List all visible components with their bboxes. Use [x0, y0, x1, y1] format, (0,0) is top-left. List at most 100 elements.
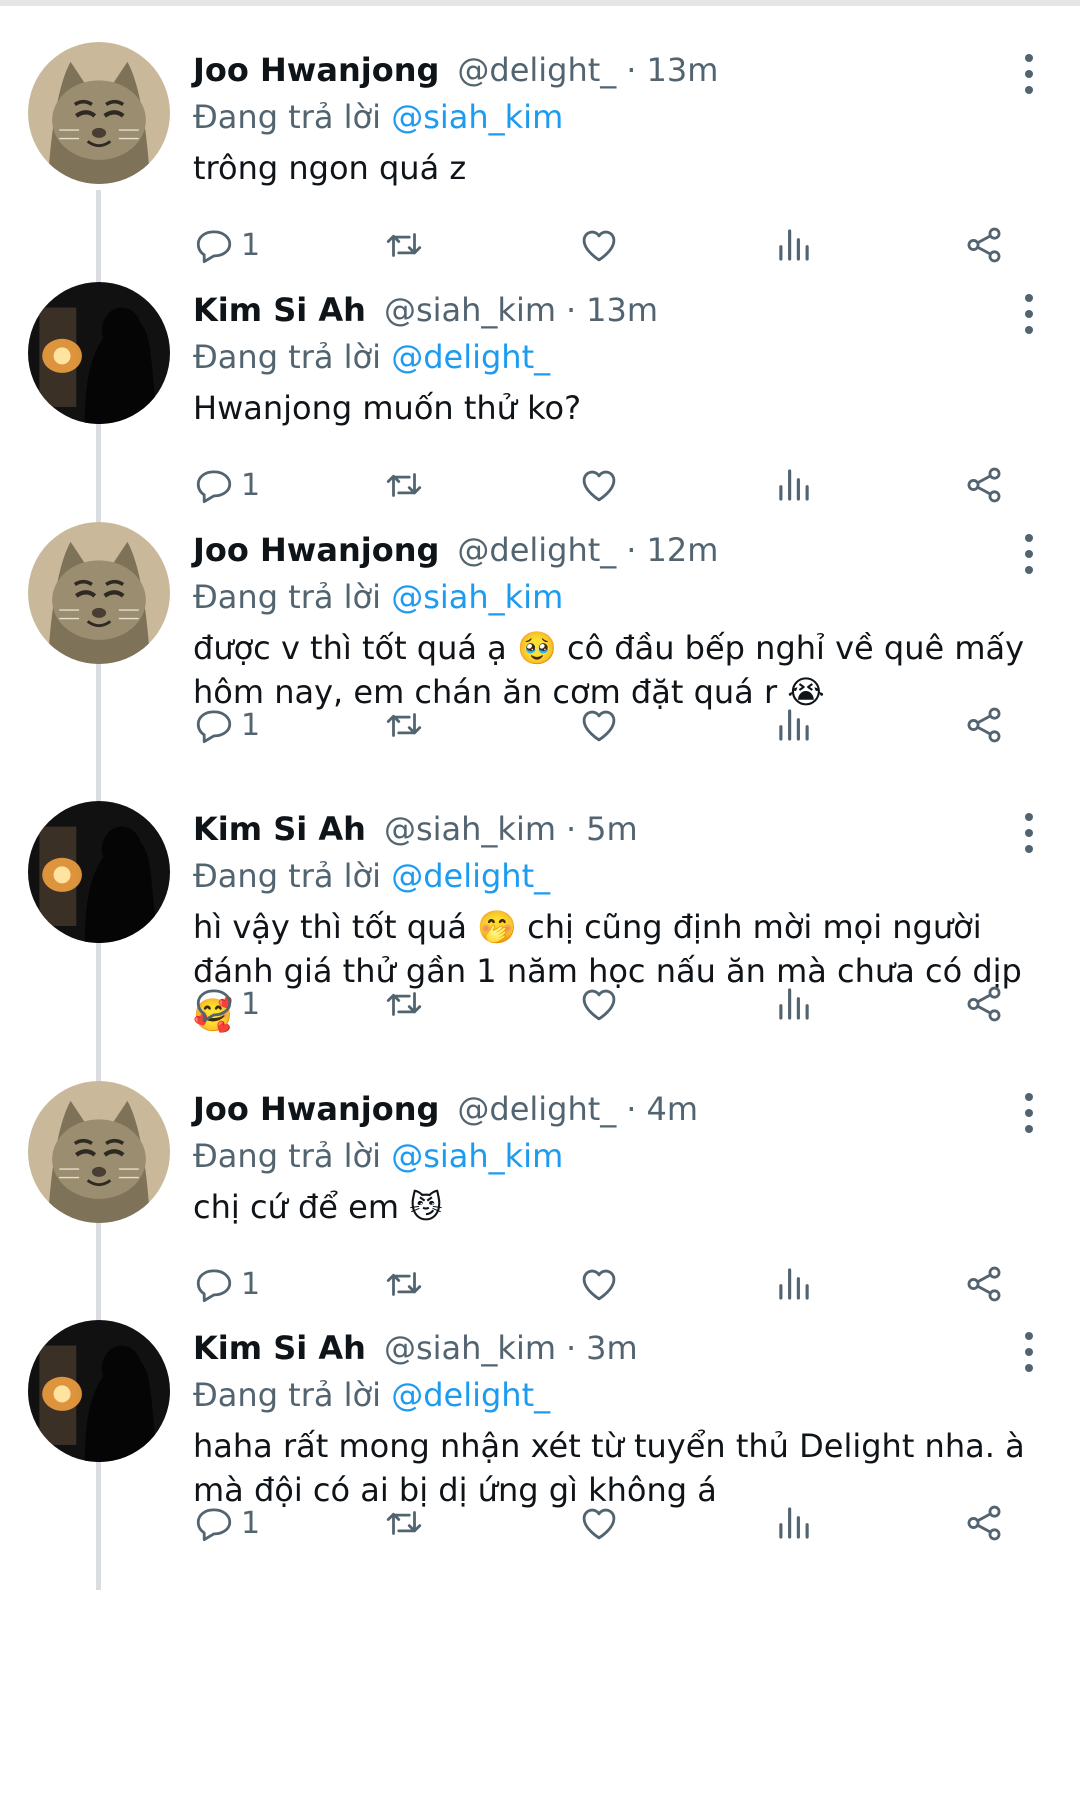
silhouette-avatar[interactable] [28, 801, 170, 943]
more-options-icon[interactable] [1014, 534, 1044, 574]
share-icon [967, 986, 1001, 1022]
tweet[interactable]: Kim Si Ah @siah_kim · 5m Đang trả lời @d… [0, 797, 1080, 1074]
action-bar: 1 [193, 1261, 1043, 1311]
author-handle[interactable]: @siah_kim [384, 291, 556, 329]
share-button[interactable] [963, 222, 1005, 268]
timestamp[interactable]: 4m [646, 1090, 698, 1128]
retweet-icon [386, 1511, 422, 1535]
author-name[interactable]: Kim Si Ah [193, 810, 366, 848]
reply-icon [196, 470, 232, 504]
mention-link[interactable]: @siah_kim [391, 578, 563, 616]
retweet-button[interactable] [383, 462, 425, 508]
reply-button[interactable]: 1 [193, 981, 260, 1027]
separator-dot: · [566, 1329, 577, 1367]
author-name[interactable]: Joo Hwanjong [193, 531, 439, 569]
tweet[interactable]: Joo Hwanjong @delight_ · 12m Đang trả lờ… [0, 518, 1080, 795]
silhouette-avatar-image [28, 1320, 170, 1462]
views-button[interactable] [773, 462, 815, 508]
action-bar: 1 [193, 462, 1043, 512]
like-button[interactable] [578, 1261, 620, 1307]
action-bar: 1 [193, 981, 1043, 1031]
tweet-header: Kim Si Ah @siah_kim · 13m [193, 291, 970, 337]
timestamp[interactable]: 13m [646, 51, 718, 89]
retweet-button[interactable] [383, 981, 425, 1027]
cat-avatar[interactable] [28, 522, 170, 664]
tweet[interactable]: Joo Hwanjong @delight_ · 13m Đang trả lờ… [0, 38, 1080, 315]
reply-button[interactable]: 1 [193, 1500, 260, 1546]
retweet-button[interactable] [383, 1500, 425, 1546]
author-name[interactable]: Joo Hwanjong [193, 51, 439, 89]
author-handle[interactable]: @delight_ [457, 1090, 616, 1128]
author-name[interactable]: Kim Si Ah [193, 291, 366, 329]
views-button[interactable] [773, 702, 815, 748]
retweet-button[interactable] [383, 702, 425, 748]
replying-to-label: Đang trả lời [193, 1376, 382, 1414]
action-bar: 1 [193, 702, 1043, 752]
retweet-icon [386, 713, 422, 737]
views-button[interactable] [773, 1500, 815, 1546]
retweet-button[interactable] [383, 1261, 425, 1307]
cat-avatar[interactable] [28, 42, 170, 184]
cat-avatar-image [28, 42, 170, 184]
reply-button[interactable]: 1 [193, 462, 260, 508]
action-bar: 1 [193, 222, 1043, 272]
mention-link[interactable]: @delight_ [391, 338, 550, 376]
tweet[interactable]: Kim Si Ah @siah_kim · 13m Đang trả lời @… [0, 278, 1080, 555]
silhouette-avatar-image [28, 801, 170, 943]
share-button[interactable] [963, 981, 1005, 1027]
share-icon [967, 227, 1001, 263]
retweet-button[interactable] [383, 222, 425, 268]
reply-button[interactable]: 1 [193, 1261, 260, 1307]
mention-link[interactable]: @delight_ [391, 857, 550, 895]
more-options-icon[interactable] [1014, 294, 1044, 334]
like-button[interactable] [578, 702, 620, 748]
timestamp[interactable]: 12m [646, 531, 718, 569]
views-button[interactable] [773, 222, 815, 268]
timestamp[interactable]: 3m [586, 1329, 638, 1367]
tweet[interactable]: Kim Si Ah @siah_kim · 3m Đang trả lời @d… [0, 1316, 1080, 1593]
like-button[interactable] [578, 1500, 620, 1546]
silhouette-avatar[interactable] [28, 282, 170, 424]
like-button[interactable] [578, 981, 620, 1027]
reply-button[interactable]: 1 [193, 222, 260, 268]
reply-icon [196, 1269, 232, 1303]
tweet[interactable]: Joo Hwanjong @delight_ · 4m Đang trả lời… [0, 1077, 1080, 1354]
author-handle[interactable]: @delight_ [457, 531, 616, 569]
author-name[interactable]: Joo Hwanjong [193, 1090, 439, 1128]
heart-icon [582, 989, 616, 1021]
more-options-icon[interactable] [1014, 54, 1044, 94]
author-handle[interactable]: @siah_kim [384, 1329, 556, 1367]
tweet-header: Kim Si Ah @siah_kim · 3m [193, 1329, 970, 1375]
cat-avatar-image [28, 1081, 170, 1223]
replying-to-label: Đang trả lời [193, 338, 382, 376]
tweet-text: Hwanjong muốn thử ko? [193, 389, 582, 427]
share-button[interactable] [963, 462, 1005, 508]
tweet-header: Kim Si Ah @siah_kim · 5m [193, 810, 970, 856]
mention-link[interactable]: @delight_ [391, 1376, 550, 1414]
reply-icon [196, 989, 232, 1023]
mention-link[interactable]: @siah_kim [391, 98, 563, 136]
more-options-icon[interactable] [1014, 1332, 1044, 1372]
more-options-icon[interactable] [1014, 1093, 1044, 1133]
author-name[interactable]: Kim Si Ah [193, 1329, 366, 1367]
share-button[interactable] [963, 702, 1005, 748]
silhouette-avatar[interactable] [28, 1320, 170, 1462]
cat-avatar[interactable] [28, 1081, 170, 1223]
author-handle[interactable]: @delight_ [457, 51, 616, 89]
reply-count: 1 [241, 1266, 261, 1302]
timestamp[interactable]: 13m [586, 291, 658, 329]
analytics-icon [779, 1507, 809, 1539]
mention-link[interactable]: @siah_kim [391, 1137, 563, 1175]
timestamp[interactable]: 5m [586, 810, 638, 848]
share-icon [967, 1505, 1001, 1541]
author-handle[interactable]: @siah_kim [384, 810, 556, 848]
share-button[interactable] [963, 1261, 1005, 1307]
share-button[interactable] [963, 1500, 1005, 1546]
like-button[interactable] [578, 222, 620, 268]
more-options-icon[interactable] [1014, 813, 1044, 853]
views-button[interactable] [773, 981, 815, 1027]
like-button[interactable] [578, 462, 620, 508]
reply-button[interactable]: 1 [193, 702, 260, 748]
views-button[interactable] [773, 1261, 815, 1307]
replying-to: Đang trả lời @siah_kim [193, 1137, 563, 1175]
